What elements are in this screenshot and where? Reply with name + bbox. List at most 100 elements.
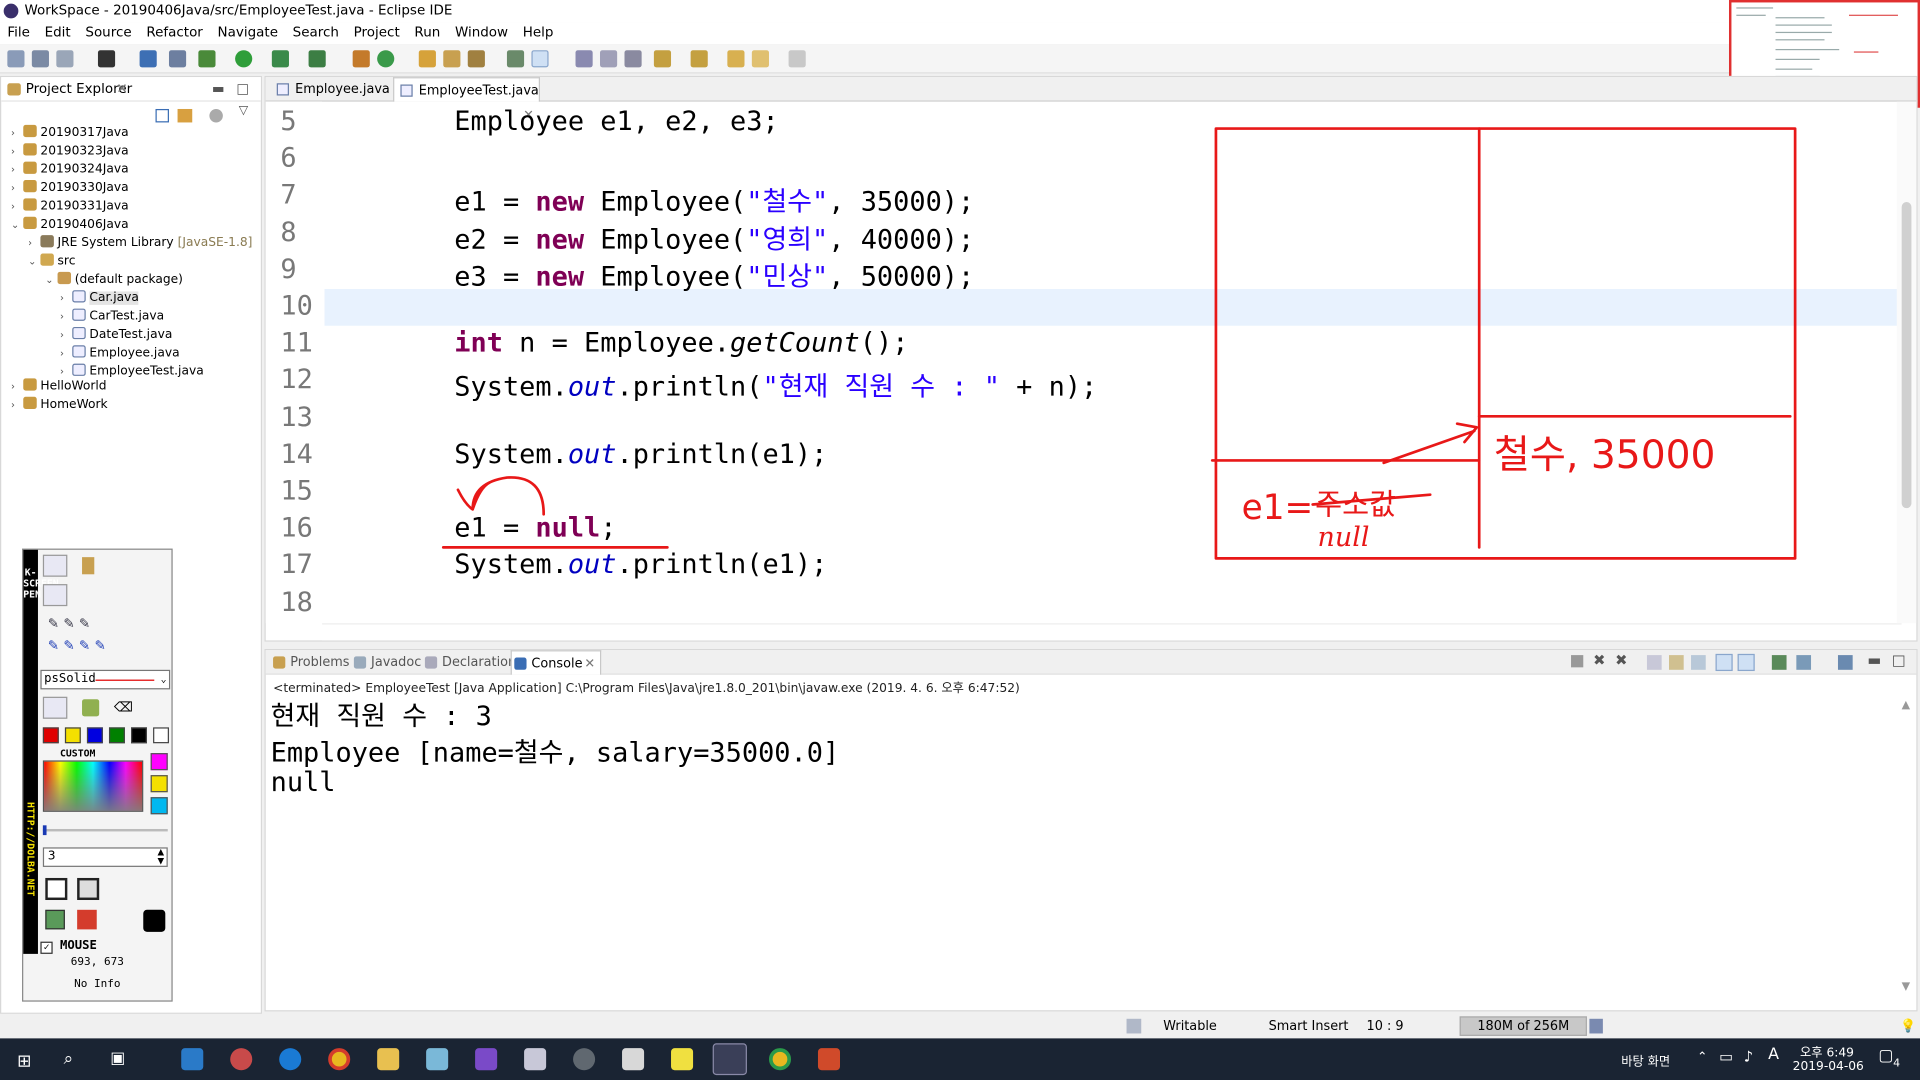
horizontal-scrollbar[interactable] xyxy=(322,623,1902,641)
network-icon[interactable]: ▭ xyxy=(1719,1048,1733,1065)
pen-style-button[interactable] xyxy=(42,584,68,607)
exit-icon[interactable] xyxy=(77,909,97,930)
menu-help[interactable]: Help xyxy=(515,22,560,44)
width-slider[interactable] xyxy=(42,825,168,836)
color-yellow-alt[interactable] xyxy=(150,775,168,793)
word-wrap-icon[interactable] xyxy=(1691,655,1706,670)
view-menu-icon[interactable] xyxy=(209,108,223,123)
menu-search[interactable]: Search xyxy=(285,22,346,44)
minimize-view-icon[interactable]: ▬ xyxy=(1867,651,1881,668)
menu-project[interactable]: Project xyxy=(346,22,407,44)
tree-file-car[interactable]: › Car.java xyxy=(60,290,139,307)
save-icon[interactable] xyxy=(45,877,68,901)
color-white[interactable] xyxy=(153,727,169,744)
last-edit-icon[interactable] xyxy=(727,50,745,68)
pen-shape-icon[interactable]: ✎ ✎ ✎ xyxy=(48,616,90,632)
sticky-notes-icon[interactable] xyxy=(671,1048,694,1071)
color-spectrum[interactable] xyxy=(42,760,144,812)
tree-project-20190323[interactable]: › 20190323Java xyxy=(11,143,129,160)
show-stderr-icon[interactable] xyxy=(1737,653,1755,672)
block-select-icon[interactable] xyxy=(575,50,593,68)
new-class-icon[interactable] xyxy=(377,50,395,68)
code-line[interactable]: System.out.println(e1); xyxy=(454,550,827,581)
save-icon[interactable] xyxy=(31,50,49,68)
color-green[interactable] xyxy=(108,727,125,744)
close-tab-icon[interactable]: ✕ xyxy=(584,651,595,675)
remove-launch-icon[interactable]: ✖ xyxy=(1593,651,1605,668)
code-line[interactable]: Employee e1, e2, e3; xyxy=(454,107,778,138)
windows-start-icon[interactable]: ⊞ xyxy=(17,1052,31,1072)
app-icon-5[interactable] xyxy=(573,1048,596,1071)
menu-run[interactable]: Run xyxy=(407,22,448,44)
collapse-all-icon[interactable] xyxy=(155,108,169,123)
minimize-view-icon[interactable]: ▬ xyxy=(212,77,225,101)
tree-project-helloworld[interactable]: › HelloWorld xyxy=(11,378,107,395)
tree-project-20190330[interactable]: › 20190330Java xyxy=(11,180,129,197)
task-view-icon[interactable]: ▣ xyxy=(110,1049,125,1067)
prev-annotation-icon[interactable] xyxy=(690,50,708,68)
search-icon[interactable]: ⌕ xyxy=(64,1049,74,1069)
tree-default-package[interactable]: ⌄ (default package) xyxy=(45,271,183,289)
tree-file-cartest[interactable]: › CarTest.java xyxy=(60,308,164,326)
menu-source[interactable]: Source xyxy=(78,22,139,44)
line-style-select[interactable]: psSolid ⌄ xyxy=(40,669,171,690)
ime-indicator[interactable]: A xyxy=(1768,1046,1779,1064)
external-tools-icon[interactable] xyxy=(308,50,326,68)
color-yellow[interactable] xyxy=(64,727,81,744)
visual-studio-icon[interactable] xyxy=(475,1048,498,1071)
file-explorer-icon[interactable] xyxy=(377,1048,400,1071)
code-line[interactable]: e1 = null; xyxy=(454,513,616,544)
app-icon-3[interactable] xyxy=(426,1048,449,1071)
code-line[interactable]: System.out.println("현재 직원 수 : " + n); xyxy=(454,365,1097,404)
powerpoint-icon[interactable] xyxy=(817,1048,841,1071)
debug-icon[interactable] xyxy=(198,50,216,68)
heap-status[interactable]: 180M of 256M xyxy=(1459,1016,1587,1036)
tree-project-20190331[interactable]: › 20190331Java xyxy=(11,198,129,215)
vertical-scrollbar[interactable] xyxy=(1896,101,1917,624)
menu-window[interactable]: Window xyxy=(448,22,516,44)
app-icon-1[interactable] xyxy=(181,1048,204,1071)
terminate-icon[interactable] xyxy=(1571,655,1584,668)
tree-file-employee[interactable]: › Employee.java xyxy=(60,345,180,362)
desktop-toolbar[interactable]: 바탕 화면 xyxy=(1621,1051,1670,1069)
code-line[interactable]: e1 = new Employee("철수", 35000); xyxy=(454,180,974,219)
open-type-icon[interactable] xyxy=(418,50,436,68)
save-as-icon[interactable] xyxy=(77,877,100,901)
tree-project-homework[interactable]: › HomeWork xyxy=(11,396,108,414)
pen-width-spinner[interactable]: 3 ▲ ▼ xyxy=(42,847,168,867)
link-editor-icon[interactable] xyxy=(177,108,193,123)
tray-expand-icon[interactable]: ⌃ xyxy=(1697,1051,1707,1064)
code-line[interactable]: e3 = new Employee("민상", 50000); xyxy=(454,254,974,293)
notification-icon[interactable]: ▢ xyxy=(1878,1047,1893,1065)
chrome-icon[interactable] xyxy=(328,1048,351,1071)
menu-navigate[interactable]: Navigate xyxy=(210,22,285,44)
menu-refactor[interactable]: Refactor xyxy=(139,22,210,44)
back-icon[interactable] xyxy=(751,50,769,68)
color-blue[interactable] xyxy=(86,727,103,744)
debug-settings-icon[interactable] xyxy=(97,50,116,68)
color-magenta[interactable] xyxy=(150,753,168,771)
tip-icon[interactable]: 💡 xyxy=(1900,1014,1916,1038)
code-line[interactable]: System.out.println(e1); xyxy=(454,439,827,470)
scroll-lock-icon[interactable] xyxy=(1668,655,1684,670)
tree-project-20190317[interactable]: › 20190317Java xyxy=(11,124,129,142)
maximize-view-icon[interactable]: □ xyxy=(1892,651,1906,668)
display-console-icon[interactable] xyxy=(1796,655,1812,670)
mouse-mode-checkbox[interactable]: ✓ MOUSE xyxy=(40,939,97,954)
tree-file-datetest[interactable]: › DateTest.java xyxy=(60,326,172,344)
tab-javadoc[interactable]: Javadoc xyxy=(351,650,421,674)
highlighter-icon[interactable] xyxy=(82,557,95,575)
tree-project-20190324[interactable]: › 20190324Java xyxy=(11,161,129,179)
marker-icon[interactable] xyxy=(82,699,100,717)
open-task-icon[interactable] xyxy=(443,50,461,68)
clear-console-icon[interactable] xyxy=(1646,655,1662,670)
color-red[interactable] xyxy=(42,727,59,744)
new-java-project-icon[interactable] xyxy=(352,50,370,68)
skip-breakpoints-icon[interactable] xyxy=(168,50,187,68)
tab-employee-java[interactable]: Employee.java xyxy=(271,77,391,101)
eraser-icon[interactable]: ⌫ xyxy=(114,699,133,715)
open-console-icon[interactable] xyxy=(1837,655,1853,670)
tab-console[interactable]: Console ✕ xyxy=(510,650,602,675)
coverage-icon[interactable] xyxy=(271,50,289,68)
scroll-up-icon[interactable]: ▲ xyxy=(1902,699,1910,711)
